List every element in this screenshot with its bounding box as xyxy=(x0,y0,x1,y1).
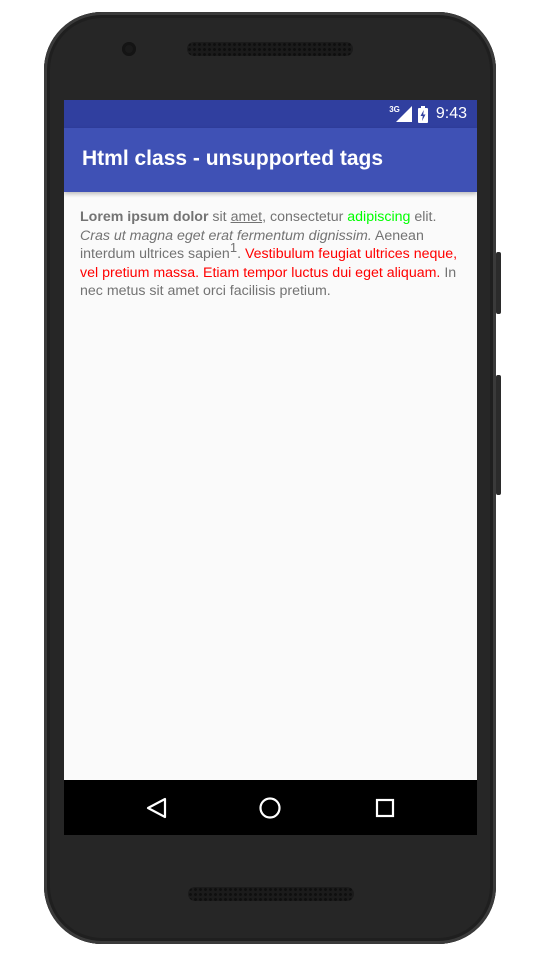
recents-square-icon[interactable] xyxy=(371,794,399,822)
home-circle-icon[interactable] xyxy=(256,794,284,822)
screen: 3G 9:43 Html class - unsupported tags Lo… xyxy=(64,100,477,835)
volume-rocker[interactable] xyxy=(496,375,501,495)
network-type-label: 3G xyxy=(389,104,400,114)
plain-text: elit. xyxy=(410,209,437,225)
battery-charging-icon xyxy=(417,105,428,123)
earpiece-speaker xyxy=(187,42,353,56)
status-time: 9:43 xyxy=(435,105,467,122)
html-text-view: Lorem ipsum dolor sit amet, consectetur … xyxy=(80,208,465,301)
bottom-speaker xyxy=(188,887,354,901)
plain-text: . xyxy=(237,246,245,262)
bold-text: Lorem ipsum dolor xyxy=(80,209,209,225)
status-icons: 3G 9:43 xyxy=(389,104,467,124)
front-camera xyxy=(122,42,136,56)
plain-text: sit xyxy=(208,209,231,225)
app-bar: Html class - unsupported tags xyxy=(64,128,477,192)
power-button[interactable] xyxy=(496,252,501,314)
plain-text: , consectetur xyxy=(262,209,348,225)
superscript-text: 1 xyxy=(229,240,238,255)
italic-text: Cras ut magna eget erat fermentum dignis… xyxy=(80,227,372,244)
status-bar: 3G 9:43 xyxy=(64,100,477,128)
back-triangle-icon[interactable] xyxy=(143,794,171,822)
underlined-text: amet xyxy=(230,209,263,225)
app-title: Html class - unsupported tags xyxy=(82,147,384,170)
navigation-bar xyxy=(64,780,477,835)
green-text: adipiscing xyxy=(347,209,411,225)
